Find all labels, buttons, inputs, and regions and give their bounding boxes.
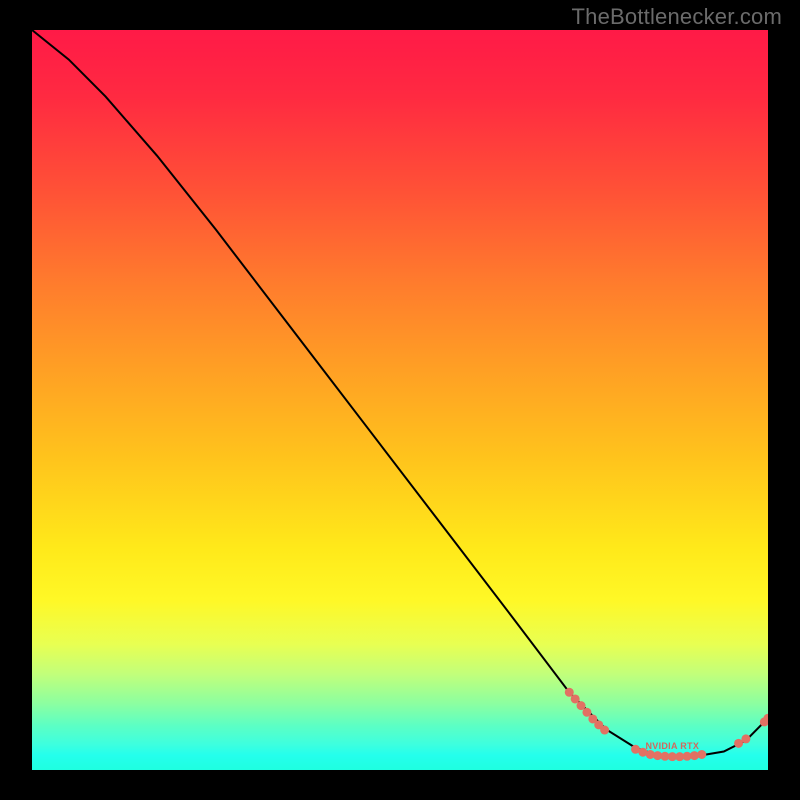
- watermark-text: TheBottlenecker.com: [572, 4, 782, 30]
- chart-annotation: NVIDIA RTX: [645, 741, 699, 751]
- bottleneck-curve-path: [32, 30, 768, 757]
- data-marker: [600, 726, 609, 735]
- chart-frame: TheBottlenecker.com NVIDIA RTX: [0, 0, 800, 800]
- data-marker: [741, 734, 750, 743]
- chart-svg: [32, 30, 768, 770]
- plot-area: NVIDIA RTX: [32, 30, 768, 770]
